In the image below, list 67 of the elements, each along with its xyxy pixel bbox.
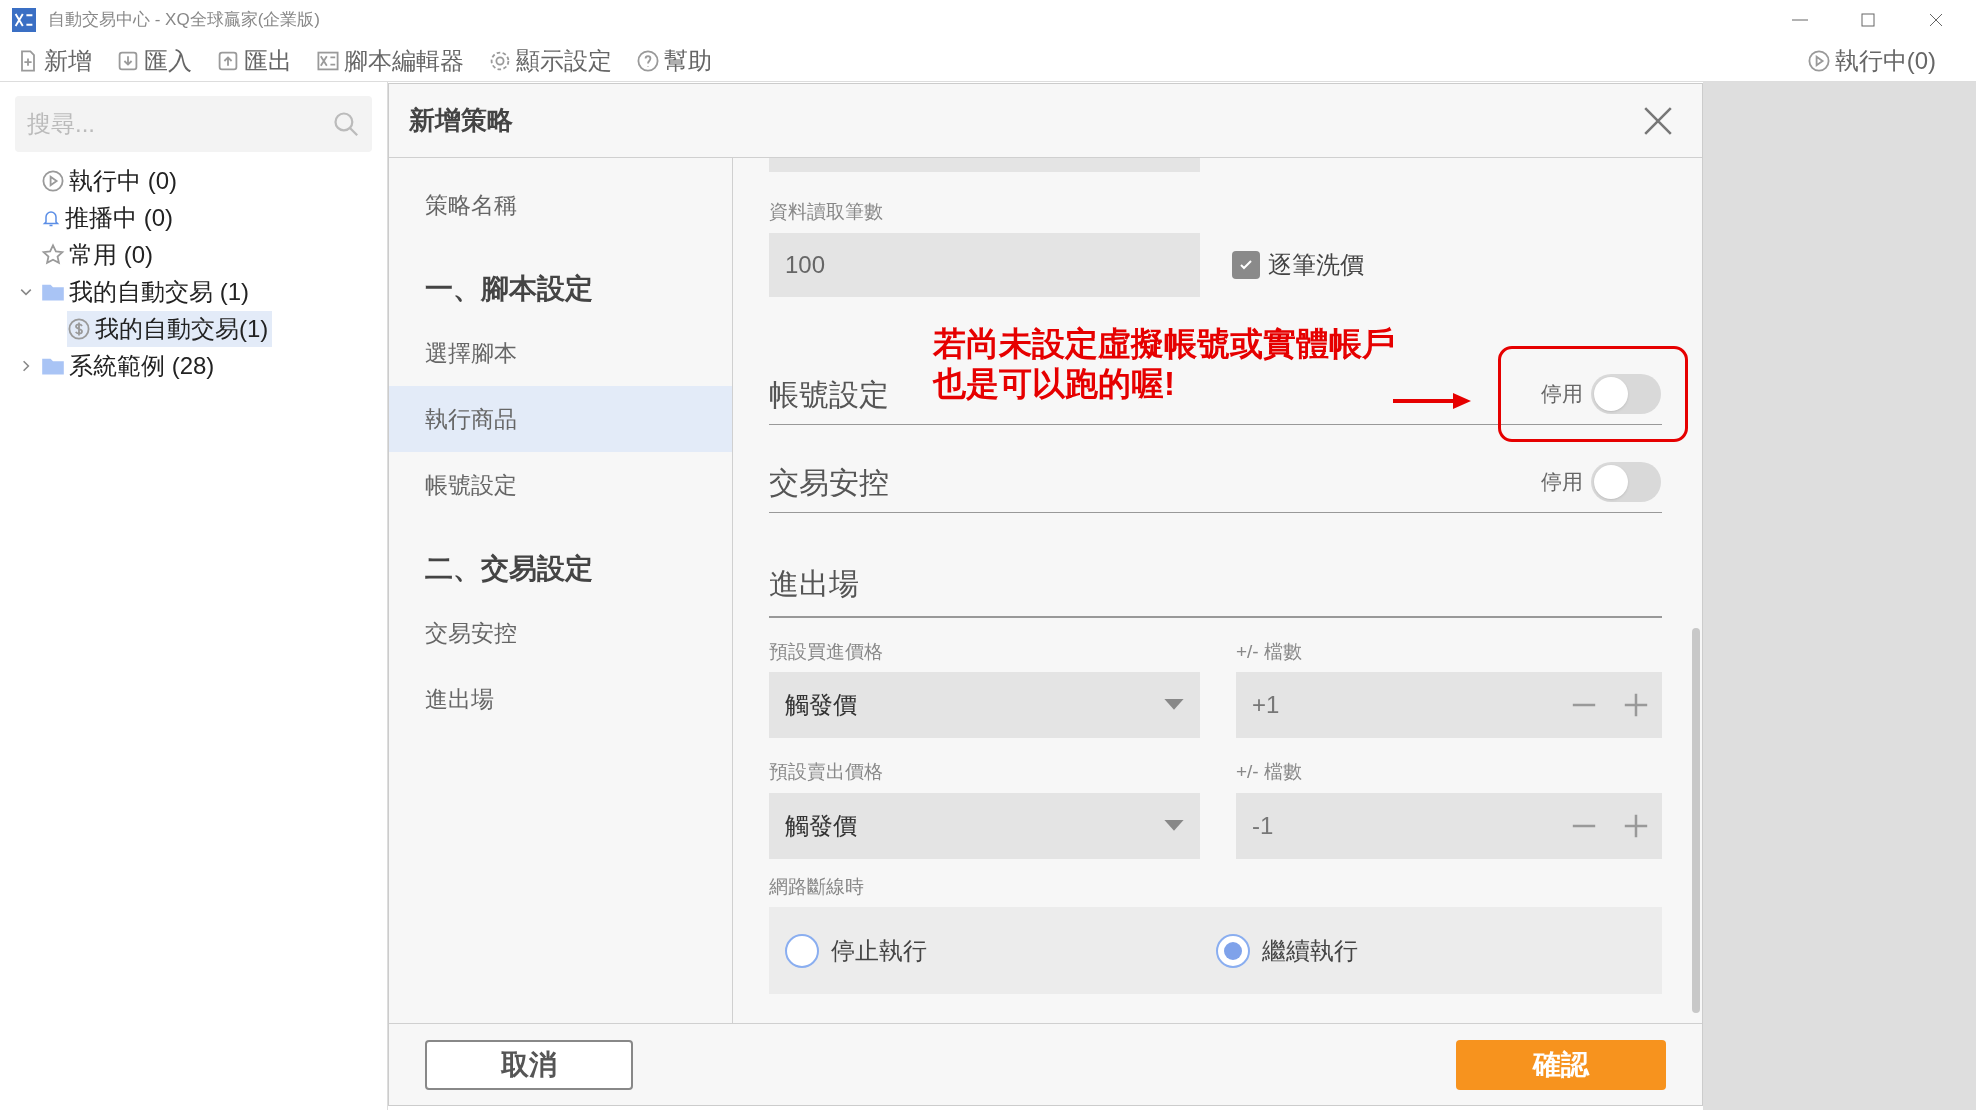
search-field[interactable]: 搜尋... <box>15 96 372 152</box>
nav-section-heading: 二、交易設定 <box>424 552 594 586</box>
section-title: 帳號設定 <box>769 376 889 413</box>
toolbar-button[interactable]: 新增 <box>16 42 92 79</box>
field-label: 資料讀取筆數 <box>769 200 884 224</box>
play-circle-icon <box>1806 48 1831 73</box>
toolbar-button[interactable]: 匯入 <box>116 42 192 79</box>
plus-icon[interactable] <box>1622 691 1650 719</box>
nav-section-heading: 一、腳本設定 <box>424 272 594 306</box>
tree-item[interactable]: 我的自動交易(1) <box>67 310 273 347</box>
data-count-field[interactable]: 100 <box>769 232 1200 297</box>
nav-item[interactable]: 帳號設定 <box>389 452 732 518</box>
star-icon <box>41 242 65 267</box>
text-field[interactable] <box>769 158 1200 172</box>
help-icon <box>636 48 660 73</box>
section-title: 進出場 <box>769 565 859 602</box>
field-label: 預設買進價格 <box>769 639 884 664</box>
dropdown-caret-icon <box>1164 699 1184 711</box>
arrow-icon <box>1393 391 1473 411</box>
toolbar-button[interactable]: 顯示設定 <box>488 42 612 79</box>
toggle-label: 停用 <box>1541 469 1583 496</box>
toolbar-button[interactable]: 匯出 <box>216 42 292 79</box>
radio-button[interactable] <box>785 933 819 968</box>
radio-label: 停止執行 <box>831 935 927 966</box>
tree-item[interactable]: 我的自動交易 (1) <box>69 273 249 310</box>
chevron-right-icon[interactable] <box>20 359 32 372</box>
price-dropdown[interactable]: 觸發價 <box>769 672 1200 738</box>
dropdown-caret-icon <box>1164 819 1184 832</box>
ticks-stepper[interactable]: -1 <box>1236 792 1662 859</box>
tree-item[interactable]: 系統範例 (28) <box>69 347 215 384</box>
nav-item[interactable]: 執行商品 <box>389 386 732 452</box>
app-logo-icon <box>12 8 36 32</box>
cancel-button[interactable]: 取消 <box>425 1039 633 1090</box>
maximize-icon <box>1860 12 1876 28</box>
checkbox[interactable] <box>1232 250 1260 279</box>
nav-item[interactable]: 選擇腳本 <box>389 320 732 386</box>
search-icon <box>332 110 360 138</box>
ticks-stepper[interactable]: +1 <box>1236 672 1662 738</box>
checkbox-label: 逐筆洗價 <box>1268 249 1364 280</box>
toolbar-button[interactable]: 腳本編輯器 <box>316 42 464 79</box>
minimize-icon <box>1792 19 1808 21</box>
window-title: 自動交易中心 - XQ全球贏家(企業版) <box>48 9 320 32</box>
radio-button[interactable] <box>1215 933 1250 968</box>
toggle-switch[interactable] <box>1591 374 1661 414</box>
play-circle-icon <box>41 168 65 193</box>
running-status-button[interactable]: 執行中(0) <box>1806 42 1936 79</box>
nav-item[interactable]: 交易安控 <box>389 600 732 666</box>
field-label: 網路斷線時 <box>769 874 865 899</box>
dollar-circle-icon <box>67 316 91 341</box>
field-label: +/- 檔數 <box>1236 639 1302 664</box>
toggle-switch[interactable] <box>1591 462 1661 502</box>
radio-label: 繼續執行 <box>1261 935 1358 966</box>
toggle-label: 停用 <box>1541 381 1583 408</box>
nav-item[interactable]: 策略名稱 <box>389 172 732 238</box>
tree-item[interactable]: 執行中 (0) <box>69 162 177 199</box>
tree-item[interactable]: 推播中 (0) <box>65 199 173 236</box>
section-title: 交易安控 <box>769 464 889 501</box>
dialog-title: 新增策略 <box>409 104 513 137</box>
field-label: +/- 檔數 <box>1236 760 1302 784</box>
nav-item[interactable]: 進出場 <box>389 666 732 732</box>
tree-item[interactable]: 常用 (0) <box>69 236 153 273</box>
toolbar-button[interactable]: 幫助 <box>636 42 712 79</box>
close-icon <box>1928 12 1944 28</box>
price-dropdown[interactable]: 觸發價 <box>769 792 1200 859</box>
scrollbar[interactable] <box>1692 628 1700 1013</box>
field-label: 預設賣出價格 <box>769 760 884 784</box>
annotation-note: 若尚未設定虛擬帳號或實體帳戶 也是可以跑的喔! <box>933 324 1395 404</box>
